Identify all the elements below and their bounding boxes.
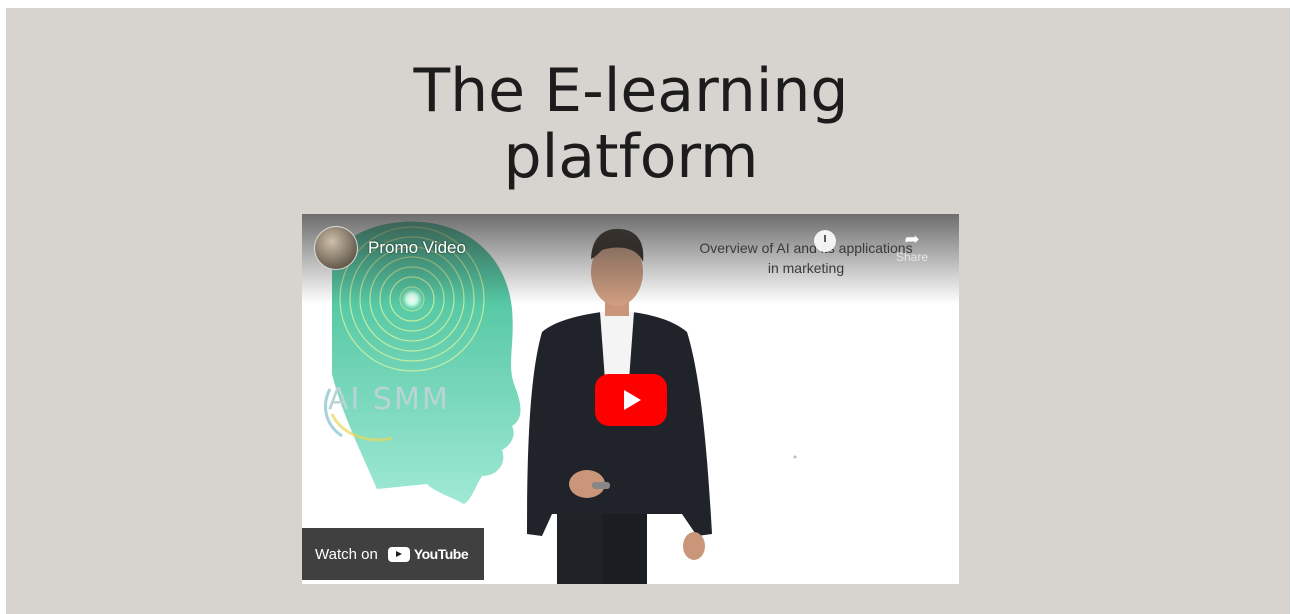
share-button[interactable]: ➦ Share [892,230,932,274]
share-label: Share [895,250,929,264]
youtube-logo-icon [387,546,410,562]
watch-later-clock-icon[interactable] [814,230,836,252]
page-title-line1: The E-learning [413,56,849,127]
play-button[interactable] [595,374,667,426]
share-arrow-icon: ➦ [904,229,920,250]
page-title: The E-learning platform [6,58,1256,190]
youtube-logo-text: YouTube [413,546,469,562]
page-background: The E-learning platform AI SMM Promo Vid… [6,8,1290,614]
ai-smm-graphic-text: AI SMM [328,382,450,417]
page-title-line2: platform [503,122,759,193]
watch-on-label: Watch on [315,545,378,563]
channel-avatar[interactable] [314,226,358,270]
watch-on-youtube-button[interactable]: Watch on YouTube [302,528,484,580]
youtube-video-embed[interactable]: AI SMM Promo Video Overview of AI and it… [302,214,959,584]
video-title[interactable]: Promo Video [368,238,466,258]
